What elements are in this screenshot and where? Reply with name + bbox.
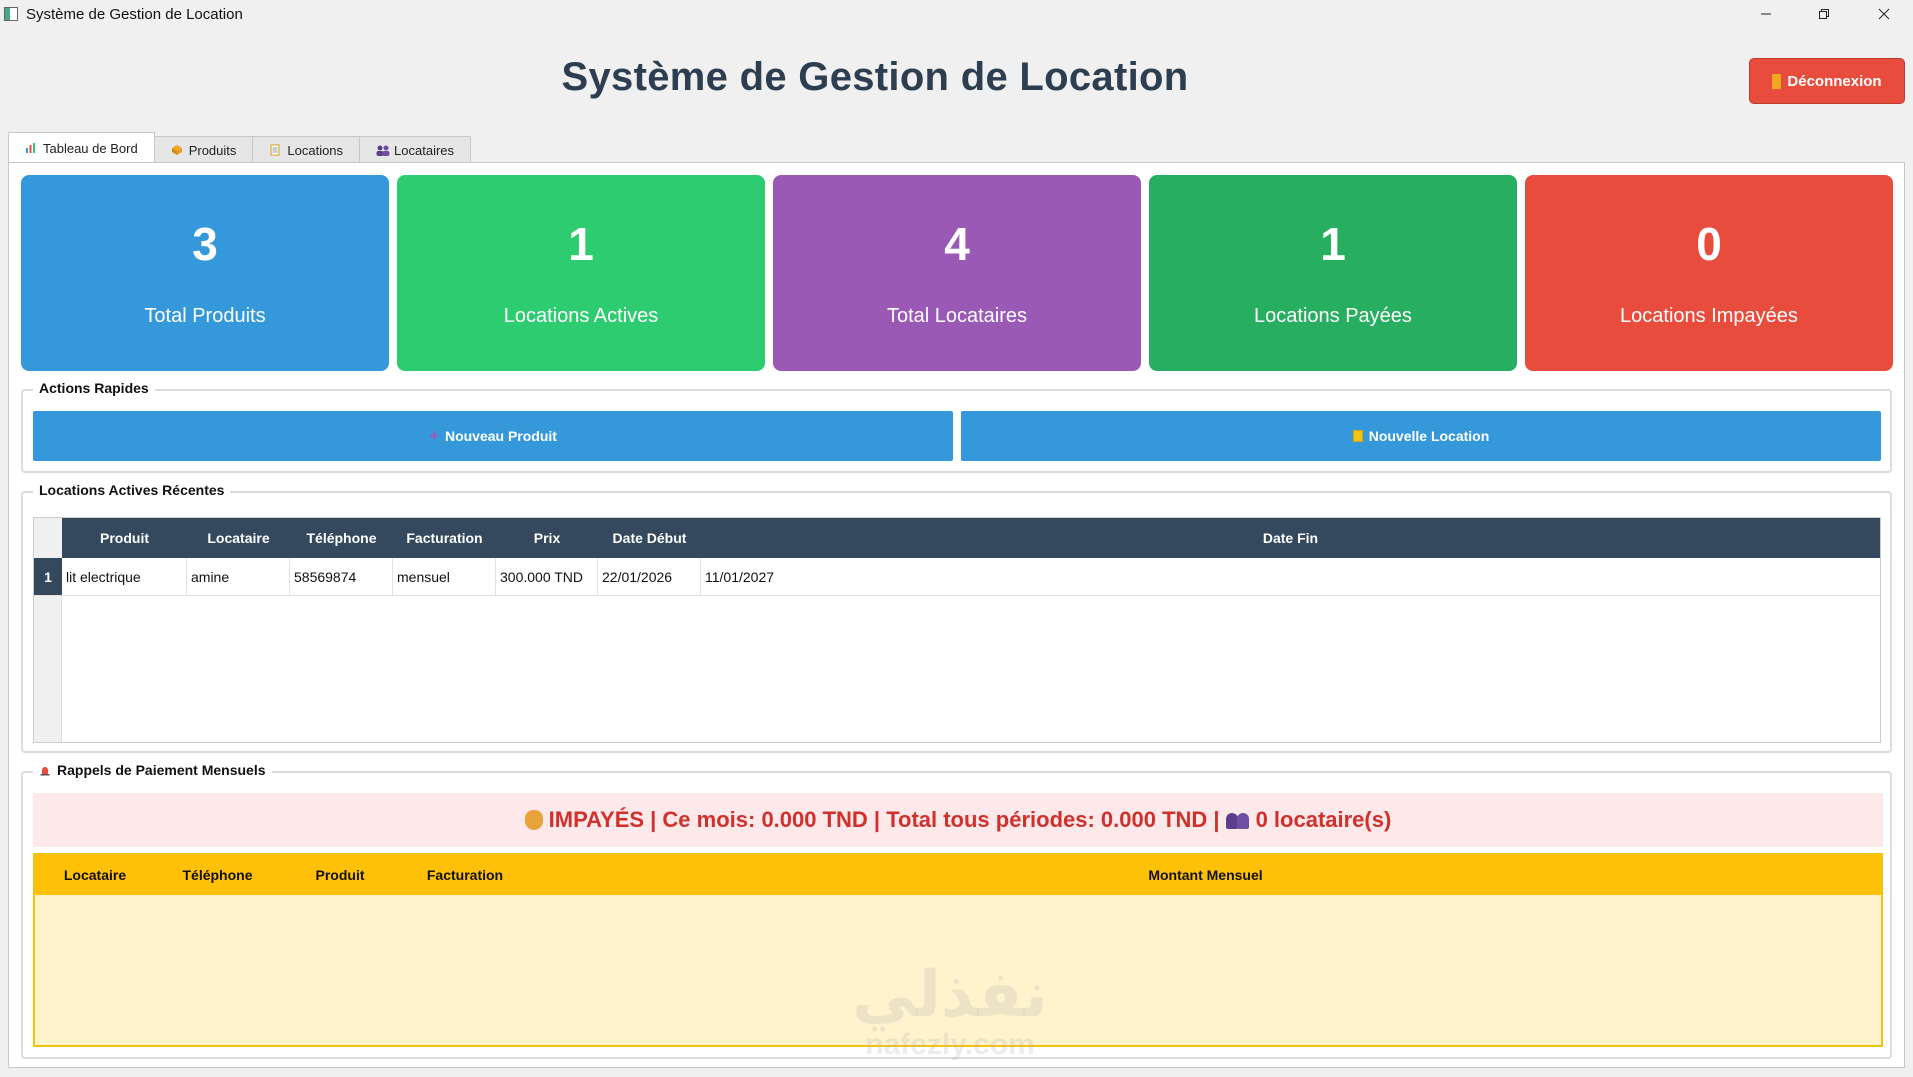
people-icon [376, 144, 390, 156]
col-header-produit[interactable]: Produit [280, 855, 400, 895]
window-title: Système de Gestion de Location [26, 5, 243, 23]
unpaid-alert-banner: IMPAYÉS | Ce mois: 0.000 TND | Total tou… [33, 793, 1883, 847]
tab-dashboard[interactable]: Tableau de Bord [8, 132, 155, 163]
stat-cards: 3 Total Produits 1 Locations Actives 4 T… [21, 175, 1893, 371]
col-header-prix[interactable]: Prix [496, 518, 598, 558]
table-header: Produit Locataire Téléphone Facturation … [34, 518, 1880, 558]
logout-button[interactable]: Déconnexion [1749, 58, 1905, 104]
stat-card-paid-locations: 1 Locations Payées [1149, 175, 1517, 371]
plus-icon: + [429, 426, 439, 445]
clipboard-icon [269, 144, 281, 156]
quick-actions-group: Actions Rapides + Nouveau Produit Nouvel… [21, 380, 1892, 473]
close-icon [1878, 8, 1890, 20]
table-corner [34, 518, 62, 558]
cell-date-fin[interactable]: 11/01/2027 [701, 558, 1880, 595]
recent-locations-table[interactable]: Produit Locataire Téléphone Facturation … [33, 517, 1881, 743]
stat-card-active-locations: 1 Locations Actives [397, 175, 765, 371]
stat-value: 3 [192, 218, 218, 270]
page-title: Système de Gestion de Location [561, 55, 1189, 99]
stat-card-total-products: 3 Total Produits [21, 175, 389, 371]
col-header-produit[interactable]: Produit [62, 518, 187, 558]
col-header-locataire[interactable]: Locataire [187, 518, 290, 558]
window-titlebar: Système de Gestion de Location [0, 0, 1913, 28]
unpaid-alert-text: IMPAYÉS | Ce mois: 0.000 TND | Total tou… [548, 807, 1220, 832]
col-header-locataire[interactable]: Locataire [35, 855, 155, 895]
alarm-icon [40, 767, 50, 776]
recent-locations-group: Locations Actives Récentes Produit Locat… [21, 482, 1892, 753]
quick-actions-title: Actions Rapides [33, 380, 155, 396]
stat-card-unpaid-locations: 0 Locations Impayées [1525, 175, 1893, 371]
chart-icon [25, 142, 37, 154]
cell-produit[interactable]: lit electrique [62, 558, 187, 595]
stat-value: 1 [568, 218, 594, 270]
payment-reminders-header: Rappels de Paiement Mensuels [33, 762, 272, 778]
tab-tenants[interactable]: Locataires [359, 136, 472, 163]
minimize-icon [1761, 13, 1771, 15]
tab-bar: Tableau de Bord Produits Locations Locat… [8, 132, 472, 163]
col-header-date-debut[interactable]: Date Début [598, 518, 701, 558]
dashboard-panel: 3 Total Produits 1 Locations Actives 4 T… [8, 162, 1905, 1068]
row-number[interactable]: 1 [34, 558, 62, 595]
cell-telephone[interactable]: 58569874 [290, 558, 393, 595]
logout-label: Déconnexion [1787, 72, 1882, 90]
stat-value: 4 [944, 218, 970, 270]
stat-value: 1 [1320, 218, 1346, 270]
cell-locataire[interactable]: amine [187, 558, 290, 595]
restore-button[interactable] [1795, 0, 1853, 28]
table-row[interactable]: 1 lit electrique amine 58569874 mensuel … [34, 558, 1880, 596]
cell-facturation[interactable]: mensuel [393, 558, 496, 595]
col-header-facturation[interactable]: Facturation [400, 855, 530, 895]
stat-label: Total Locataires [886, 305, 1028, 327]
tab-label: Locataires [394, 142, 455, 158]
stat-label: Locations Impayées [1620, 305, 1798, 327]
close-button[interactable] [1855, 0, 1913, 28]
box-icon [171, 144, 183, 156]
recent-locations-title: Locations Actives Récentes [33, 482, 231, 498]
watermark-latin: nafezly.com [865, 1028, 1035, 1061]
stat-card-total-tenants: 4 Total Locataires [773, 175, 1141, 371]
money-bag-icon [524, 810, 543, 830]
new-location-label: Nouvelle Location [1368, 428, 1490, 444]
people-icon [1225, 811, 1250, 829]
new-location-button[interactable]: Nouvelle Location [961, 411, 1881, 461]
app-icon [4, 7, 18, 21]
restore-icon [1819, 9, 1829, 19]
cell-date-debut[interactable]: 22/01/2026 [598, 558, 701, 595]
cell-prix[interactable]: 300.000 TND [496, 558, 598, 595]
clipboard-icon [1352, 430, 1363, 442]
reminders-table-header: Locataire Téléphone Produit Facturation … [35, 855, 1881, 895]
stat-label: Locations Payées [1254, 305, 1412, 327]
new-product-label: Nouveau Produit [444, 428, 557, 444]
tab-locations[interactable]: Locations [252, 136, 361, 163]
stat-label: Total Produits [144, 305, 266, 327]
tab-products[interactable]: Produits [153, 136, 254, 163]
new-product-button[interactable]: + Nouveau Produit [33, 411, 953, 461]
watermark-arabic: نفذلي [852, 958, 1048, 1032]
col-header-date-fin[interactable]: Date Fin [701, 518, 1880, 558]
minimize-button[interactable] [1737, 0, 1795, 28]
unpaid-tenant-count: 0 locataire(s) [1255, 807, 1392, 832]
tab-label: Locations [287, 142, 344, 158]
door-icon [1772, 73, 1782, 89]
watermark-logo: نفذلي nafezly.com [835, 960, 1065, 1070]
col-header-facturation[interactable]: Facturation [393, 518, 496, 558]
payment-reminders-title: Rappels de Paiement Mensuels [57, 762, 266, 778]
col-header-telephone[interactable]: Téléphone [290, 518, 393, 558]
col-header-telephone[interactable]: Téléphone [155, 855, 280, 895]
stat-value: 0 [1696, 218, 1722, 270]
stat-label: Locations Actives [503, 305, 659, 327]
col-header-montant-mensuel[interactable]: Montant Mensuel [530, 855, 1881, 895]
tab-label: Tableau de Bord [43, 140, 138, 156]
tab-label: Produits [188, 142, 237, 158]
